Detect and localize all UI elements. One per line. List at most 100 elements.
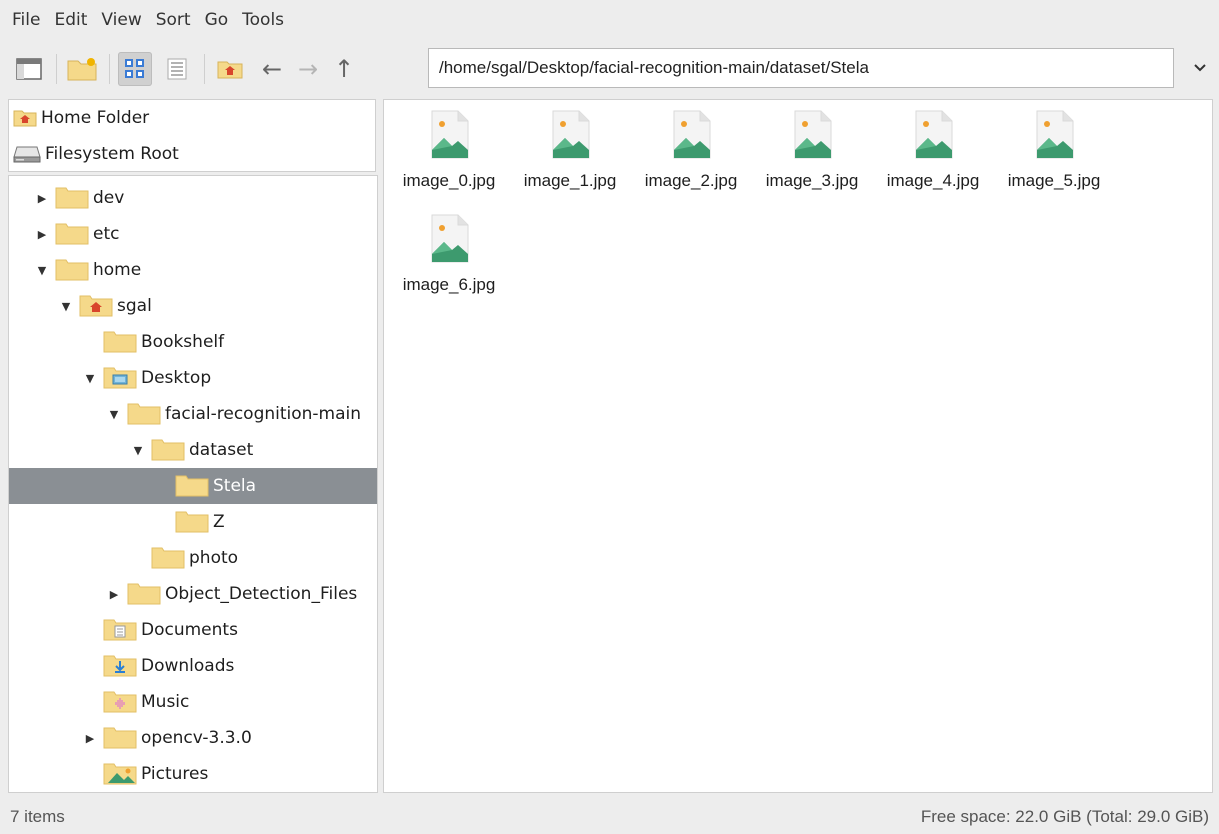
expand-arrow-icon[interactable]: ▶ [35, 192, 49, 205]
tree-item-label: Bookshelf [141, 332, 225, 352]
tree-item-opencv-3-3-0[interactable]: ▶ opencv-3.3.0 [9, 720, 377, 756]
place-filesystem-root[interactable]: Filesystem Root [9, 136, 375, 172]
menu-edit[interactable]: Edit [48, 0, 93, 40]
folder-icon [55, 187, 89, 209]
folder-icon [151, 439, 185, 461]
menu-tools[interactable]: Tools [236, 0, 290, 40]
desktop-folder-icon [103, 367, 137, 389]
collapse-arrow-icon[interactable]: ▼ [83, 372, 97, 385]
folder-icon [175, 475, 209, 497]
tree-item-dev[interactable]: ▶ dev [9, 180, 377, 216]
collapse-arrow-icon[interactable]: ▼ [107, 408, 121, 421]
file-item[interactable]: image_5.jpg [995, 104, 1113, 200]
file-item[interactable]: image_0.jpg [390, 104, 508, 200]
chevron-down-icon [1194, 64, 1206, 72]
path-history-dropdown[interactable] [1186, 48, 1214, 88]
tree-item-label: etc [93, 224, 120, 244]
tree-item-label: Downloads [141, 656, 235, 676]
image-file-icon [428, 110, 470, 165]
directory-tree: ▶ dev ▶ etc ▼ home ▼ sgal Bookshelf ▼ Desktop ▼ faci… [8, 175, 378, 793]
collapse-arrow-icon[interactable]: ▼ [131, 444, 145, 457]
tree-item-label: Object_Detection_Files [165, 584, 358, 604]
image-file-icon [428, 214, 470, 269]
tree-item-downloads[interactable]: Downloads [9, 648, 377, 684]
list-view-button[interactable] [160, 52, 194, 86]
file-name: image_6.jpg [402, 275, 496, 294]
image-file-icon [912, 110, 954, 165]
tree-item-bookshelf[interactable]: Bookshelf [9, 324, 377, 360]
file-name: image_1.jpg [523, 171, 617, 190]
image-file-icon [1033, 110, 1075, 165]
drive-icon [13, 145, 41, 163]
folder-icon [103, 331, 137, 353]
tree-item-object-detection-files[interactable]: ▶ Object_Detection_Files [9, 576, 377, 612]
collapse-arrow-icon[interactable]: ▼ [59, 300, 73, 313]
tree-item-label: Documents [141, 620, 238, 640]
tree-item-label: photo [189, 548, 239, 568]
tree-item-label: sgal [117, 296, 152, 316]
menu-view[interactable]: View [95, 0, 147, 40]
tree-item-photo[interactable]: photo [9, 540, 377, 576]
menu-sort[interactable]: Sort [150, 0, 197, 40]
tree-item-home[interactable]: ▼ home [9, 252, 377, 288]
home-folder-icon [13, 109, 37, 127]
new-window-button[interactable] [12, 52, 46, 86]
back-button[interactable]: ← [255, 52, 289, 86]
new-folder-button[interactable] [65, 52, 99, 86]
file-item[interactable]: image_3.jpg [753, 104, 871, 200]
tree-item-label: dev [93, 188, 125, 208]
place-home-folder[interactable]: Home Folder [9, 100, 375, 136]
folder-icon [127, 583, 161, 605]
file-name: image_2.jpg [644, 171, 738, 190]
tree-item-label: opencv-3.3.0 [141, 728, 252, 748]
tree-item-label: dataset [189, 440, 254, 460]
home-button[interactable] [213, 52, 247, 86]
free-space: Free space: 22.0 GiB (Total: 29.0 GiB) [920, 807, 1209, 826]
tree-item-label: facial-recognition-main [165, 404, 362, 424]
tree-item-dataset[interactable]: ▼ dataset [9, 432, 377, 468]
expand-arrow-icon[interactable]: ▶ [107, 588, 121, 601]
icon-view-icon [125, 59, 144, 78]
file-name: image_3.jpg [765, 171, 859, 190]
tree-item-stela[interactable]: Stela [9, 468, 377, 504]
file-name: image_0.jpg [402, 171, 496, 190]
places-panel: Home Folder Filesystem Root [8, 99, 376, 172]
home-icon [217, 61, 243, 79]
menu-file[interactable]: File [6, 0, 46, 40]
expand-arrow-icon[interactable]: ▶ [83, 732, 97, 745]
toolbar-separator [56, 54, 57, 84]
file-item[interactable]: image_4.jpg [874, 104, 992, 200]
collapse-arrow-icon[interactable]: ▼ [35, 264, 49, 277]
downloads-folder-icon [103, 655, 137, 677]
tree-item-music[interactable]: Music [9, 684, 377, 720]
tree-item-label: Music [141, 692, 190, 712]
folder-icon [175, 511, 209, 533]
place-label: Home Folder [41, 108, 150, 128]
menu-go[interactable]: Go [199, 0, 235, 40]
expand-arrow-icon[interactable]: ▶ [35, 228, 49, 241]
place-label: Filesystem Root [45, 144, 179, 164]
file-item[interactable]: image_1.jpg [511, 104, 629, 200]
tree-item-pictures[interactable]: Pictures [9, 756, 377, 792]
tree-item-label: Pictures [141, 764, 209, 784]
file-name: image_4.jpg [886, 171, 980, 190]
forward-button[interactable]: → [291, 52, 325, 86]
toolbar: ← → ↑ [0, 40, 1219, 98]
up-button[interactable]: ↑ [327, 52, 361, 86]
file-item[interactable]: image_6.jpg [390, 208, 508, 304]
tree-item-z[interactable]: Z [9, 504, 377, 540]
new-folder-icon [67, 58, 97, 81]
tree-item-sgal[interactable]: ▼ sgal [9, 288, 377, 324]
file-item[interactable]: image_2.jpg [632, 104, 750, 200]
item-count: 7 items [10, 807, 65, 826]
tree-item-facial-recognition-main[interactable]: ▼ facial-recognition-main [9, 396, 377, 432]
tree-item-documents[interactable]: Documents [9, 612, 377, 648]
tree-item-etc[interactable]: ▶ etc [9, 216, 377, 252]
path-input[interactable] [428, 48, 1174, 88]
folder-icon [55, 259, 89, 281]
icon-view-button[interactable] [118, 52, 152, 86]
folder-icon [55, 223, 89, 245]
documents-folder-icon [103, 619, 137, 641]
tree-item-desktop[interactable]: ▼ Desktop [9, 360, 377, 396]
menu-bar: File Edit View Sort Go Tools [0, 0, 1219, 40]
